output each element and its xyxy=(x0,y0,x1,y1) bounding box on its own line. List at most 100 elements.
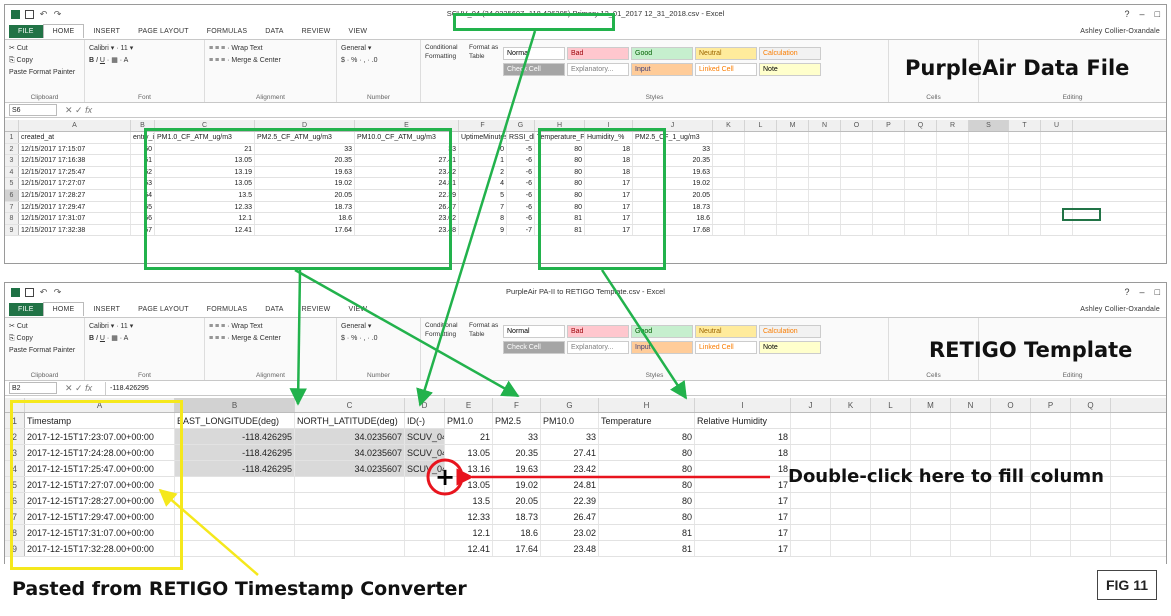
cell[interactable]: SCUV_04 xyxy=(405,429,445,444)
cell[interactable]: 12.1 xyxy=(445,525,493,540)
cell[interactable] xyxy=(777,178,809,189)
row-header[interactable]: 3 xyxy=(5,445,25,460)
cell[interactable] xyxy=(951,493,991,508)
cell[interactable] xyxy=(405,509,445,524)
column-header[interactable]: M xyxy=(911,398,951,412)
cell[interactable]: 26.47 xyxy=(541,509,599,524)
cell[interactable]: 80 xyxy=(599,477,695,492)
cell[interactable] xyxy=(831,541,871,556)
column-header[interactable]: H xyxy=(599,398,695,412)
cell[interactable]: 33 xyxy=(355,143,459,155)
cell[interactable]: 18 xyxy=(585,166,633,178)
cell[interactable] xyxy=(937,213,969,224)
cell[interactable]: PM1.0 xyxy=(445,413,493,428)
conditional-formatting-button[interactable]: Conditional Formatting xyxy=(425,321,465,354)
cell[interactable] xyxy=(969,189,1009,201)
cell[interactable]: 17.68 xyxy=(633,224,713,236)
cell[interactable]: 80 xyxy=(535,155,585,166)
cell[interactable] xyxy=(1009,201,1041,213)
cell[interactable] xyxy=(1009,189,1041,201)
cell[interactable] xyxy=(791,525,831,540)
cell[interactable] xyxy=(175,477,295,492)
cell[interactable] xyxy=(911,541,951,556)
fx-icon[interactable]: ✕ ✓ fx xyxy=(65,105,105,116)
cell[interactable] xyxy=(905,224,937,236)
cell[interactable] xyxy=(777,201,809,213)
cell[interactable] xyxy=(809,224,841,236)
cell[interactable]: 2 xyxy=(459,166,507,178)
cell[interactable] xyxy=(1009,224,1041,236)
cell[interactable] xyxy=(1071,509,1111,524)
cell[interactable]: entry_id xyxy=(131,132,155,143)
cell[interactable]: 54 xyxy=(131,189,155,201)
cell[interactable]: 17 xyxy=(585,201,633,213)
cell-style[interactable]: Good xyxy=(631,47,693,60)
column-header[interactable]: J xyxy=(791,398,831,412)
cell[interactable] xyxy=(777,189,809,201)
column-header[interactable]: A xyxy=(19,120,131,131)
user-name[interactable]: Ashley Collier-Oxandale xyxy=(1071,28,1166,35)
cell[interactable]: 19.63 xyxy=(493,461,541,476)
cell[interactable]: PM10.0 xyxy=(541,413,599,428)
column-header[interactable]: R xyxy=(937,120,969,131)
cell[interactable] xyxy=(871,445,911,460)
cell[interactable] xyxy=(405,493,445,508)
row-header[interactable]: 1 xyxy=(5,132,19,143)
cell[interactable] xyxy=(905,132,937,143)
cell[interactable]: 18 xyxy=(695,429,791,444)
cell[interactable] xyxy=(175,509,295,524)
tab-data[interactable]: DATA xyxy=(256,306,292,313)
cell[interactable] xyxy=(831,509,871,524)
row-header[interactable]: 8 xyxy=(5,213,19,224)
column-header[interactable]: H xyxy=(535,120,585,131)
cell-style[interactable]: Calculation xyxy=(759,325,821,338)
font-style-buttons[interactable]: B I U · ▦ · A xyxy=(89,333,200,345)
cell[interactable]: 18.73 xyxy=(255,201,355,213)
fx-icon[interactable]: ✕ ✓ fx xyxy=(65,383,105,394)
column-header[interactable]: I xyxy=(585,120,633,131)
cell[interactable] xyxy=(745,201,777,213)
cell[interactable]: 23.48 xyxy=(541,541,599,556)
cell[interactable] xyxy=(1031,429,1071,444)
cell[interactable]: 2017-12-15T17:31:07.00+00:00 xyxy=(25,525,175,540)
cut-button[interactable]: ✂ Cut xyxy=(9,321,80,333)
cell[interactable] xyxy=(713,166,745,178)
cell[interactable] xyxy=(745,213,777,224)
cell[interactable] xyxy=(1041,132,1073,143)
cell[interactable]: 81 xyxy=(599,541,695,556)
column-header[interactable]: D xyxy=(255,120,355,131)
cell[interactable]: 2017-12-15T17:29:47.00+00:00 xyxy=(25,509,175,524)
cell[interactable] xyxy=(841,178,873,189)
cell[interactable]: 34.0235607 xyxy=(295,445,405,460)
tab-formulas[interactable]: FORMULAS xyxy=(198,306,257,313)
cell[interactable] xyxy=(809,189,841,201)
column-header[interactable]: Q xyxy=(905,120,937,131)
row-header[interactable]: 2 xyxy=(5,143,19,155)
cell[interactable]: PM2.5_CF_1_ug/m3 xyxy=(633,132,713,143)
tab-home[interactable]: HOME xyxy=(42,24,85,38)
cell[interactable] xyxy=(841,224,873,236)
cell[interactable]: 1 xyxy=(459,155,507,166)
cell[interactable] xyxy=(841,189,873,201)
cell[interactable]: 53 xyxy=(131,178,155,189)
column-header[interactable]: U xyxy=(1041,120,1073,131)
row-header[interactable]: 2 xyxy=(5,429,25,444)
cell[interactable] xyxy=(809,201,841,213)
cell[interactable] xyxy=(295,525,405,540)
column-header[interactable]: N xyxy=(809,120,841,131)
cell[interactable]: 4 xyxy=(459,178,507,189)
cell[interactable] xyxy=(831,429,871,444)
cell[interactable]: -5 xyxy=(507,143,535,155)
cell[interactable] xyxy=(937,166,969,178)
cell[interactable] xyxy=(911,525,951,540)
cell[interactable] xyxy=(873,224,905,236)
format-as-table-button[interactable]: Format as Table xyxy=(469,43,499,76)
cell[interactable]: 51 xyxy=(131,155,155,166)
cell[interactable] xyxy=(969,132,1009,143)
cell-style[interactable]: Check Cell xyxy=(503,341,565,354)
cell[interactable]: 18.6 xyxy=(255,213,355,224)
column-header[interactable]: T xyxy=(1009,120,1041,131)
cell[interactable]: 80 xyxy=(599,461,695,476)
cell[interactable]: 2017-12-15T17:23:07.00+00:00 xyxy=(25,429,175,444)
cell[interactable] xyxy=(937,155,969,166)
